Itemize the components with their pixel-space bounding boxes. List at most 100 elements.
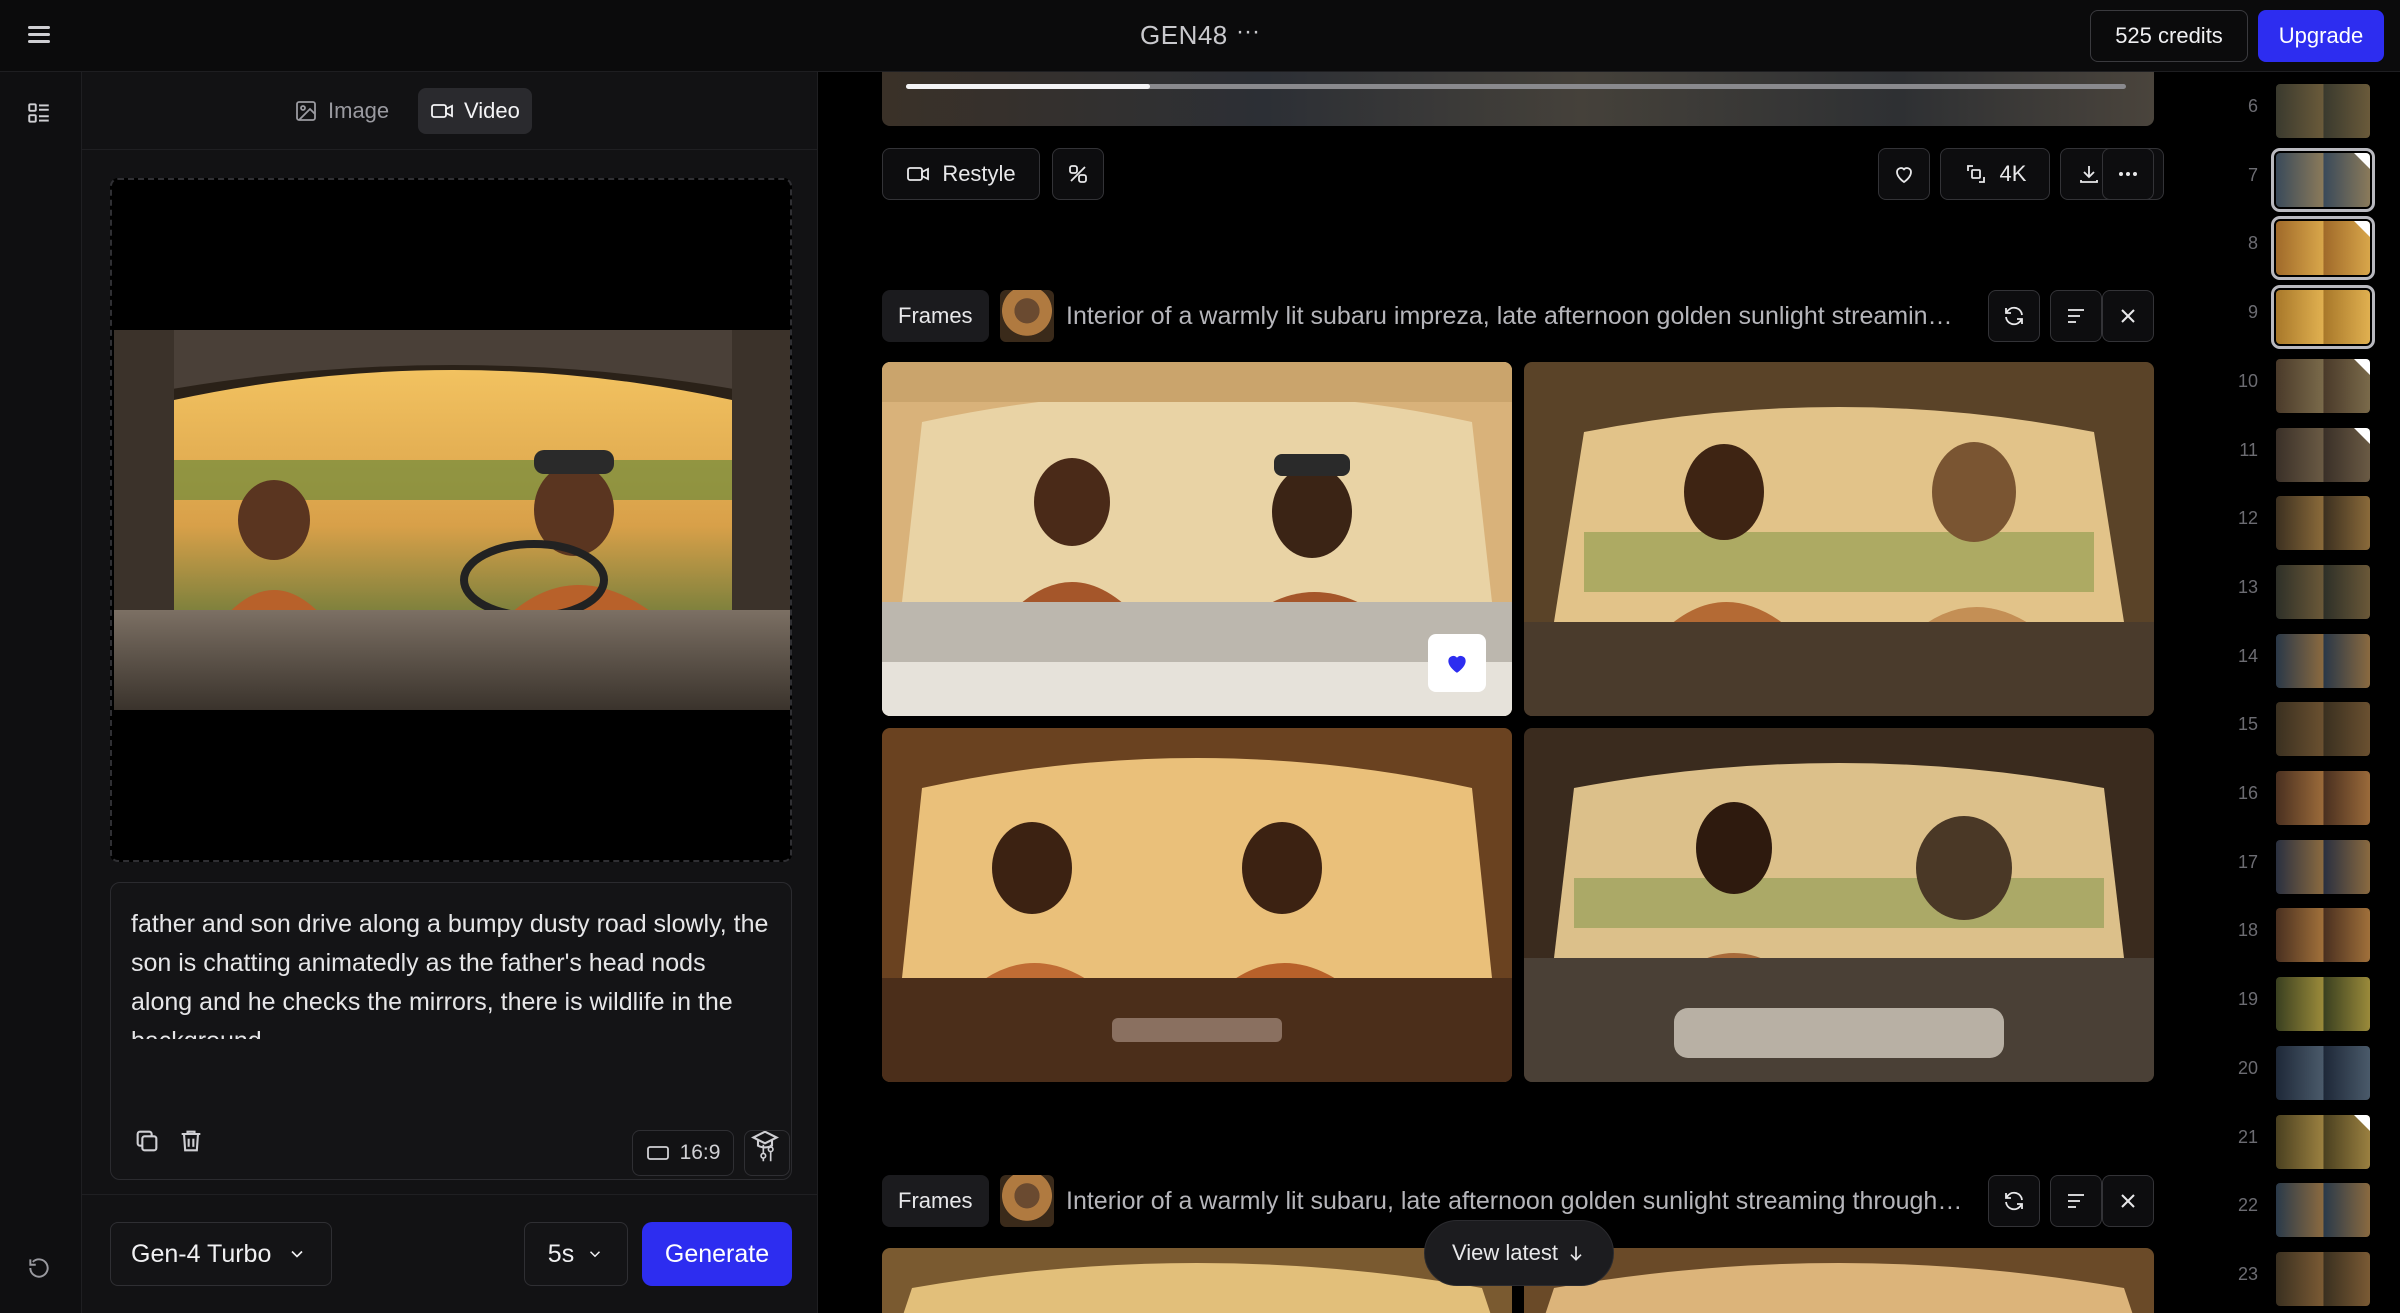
timeline-thumbnail[interactable] bbox=[2276, 358, 2370, 413]
timeline-item-number: 7 bbox=[2247, 164, 2258, 185]
timeline-thumbnail[interactable] bbox=[2276, 839, 2370, 894]
rerun-button[interactable] bbox=[1988, 290, 2040, 342]
timeline-thumbnail[interactable] bbox=[2271, 216, 2375, 281]
timeline-item-number: 23 bbox=[2237, 1263, 2258, 1284]
restyle-button[interactable]: Restyle bbox=[882, 148, 1040, 200]
timeline-item[interactable]: 18 bbox=[2182, 908, 2400, 970]
timeline-thumbnail[interactable] bbox=[2271, 285, 2375, 350]
timeline-item[interactable]: 10 bbox=[2182, 358, 2400, 421]
generation-prompt[interactable]: Interior of a warmly lit subaru impreza,… bbox=[1066, 302, 1966, 331]
video-camera-icon bbox=[907, 167, 930, 181]
refresh-icon bbox=[2005, 306, 2023, 326]
timeline-item[interactable]: 9 bbox=[2182, 285, 2400, 352]
frames-chip[interactable]: Frames bbox=[882, 290, 989, 342]
timeline-item-number: 17 bbox=[2237, 851, 2258, 872]
timeline-item[interactable]: 14 bbox=[2182, 633, 2400, 696]
upgrade-button[interactable]: Upgrade bbox=[2258, 10, 2384, 62]
timeline-item[interactable]: 23 bbox=[2182, 1251, 2400, 1313]
aspect-ratio-button[interactable]: 16:9 bbox=[632, 1130, 734, 1176]
timeline-thumbnail[interactable] bbox=[2276, 908, 2370, 963]
settings-button[interactable] bbox=[744, 1130, 790, 1176]
timeline-item[interactable]: 12 bbox=[2182, 496, 2400, 558]
input-frame-dropzone[interactable] bbox=[110, 178, 792, 862]
video-progress-bar[interactable] bbox=[906, 84, 2126, 89]
timeline-item[interactable]: 21 bbox=[2182, 1114, 2400, 1177]
frame-tile[interactable] bbox=[1524, 1248, 2154, 1313]
close-generation-button[interactable] bbox=[2102, 1175, 2154, 1227]
timeline-item-number: 13 bbox=[2237, 576, 2258, 597]
timeline-thumbnail[interactable] bbox=[2276, 84, 2370, 138]
timeline-thumbnail[interactable] bbox=[2276, 496, 2370, 551]
list-view-icon[interactable] bbox=[26, 100, 52, 126]
upscale-4k-button[interactable]: 4K bbox=[1940, 148, 2050, 200]
arrow-down-icon bbox=[1570, 1246, 1582, 1261]
timeline-thumbnail[interactable] bbox=[2276, 1045, 2370, 1100]
timeline-item[interactable]: 16 bbox=[2182, 771, 2400, 833]
timeline-thumbnail[interactable] bbox=[2276, 771, 2370, 825]
reference-thumbnail[interactable] bbox=[1000, 290, 1054, 342]
timeline-thumbnail[interactable] bbox=[2276, 633, 2370, 688]
reference-thumbnail[interactable] bbox=[1000, 1175, 1054, 1227]
frame-tile[interactable] bbox=[882, 1248, 1512, 1313]
timeline-item[interactable]: 15 bbox=[2182, 702, 2400, 764]
frame-tile[interactable] bbox=[882, 362, 1512, 716]
timeline-item[interactable]: 6 bbox=[2182, 84, 2400, 146]
timeline-thumbnail[interactable] bbox=[2271, 147, 2375, 212]
use-prompt-button[interactable] bbox=[2050, 1175, 2102, 1227]
tab-video-label: Video bbox=[464, 98, 520, 123]
tab-video[interactable]: Video bbox=[418, 88, 532, 134]
generate-button[interactable]: Generate bbox=[642, 1222, 792, 1286]
video-toolbar: Restyle 4K bbox=[882, 148, 2164, 202]
frame-tile[interactable] bbox=[1524, 728, 2154, 1082]
tab-image[interactable]: Image bbox=[282, 88, 401, 134]
credits-button[interactable]: 525 credits bbox=[2090, 10, 2248, 62]
more-options-button[interactable] bbox=[2102, 148, 2154, 200]
timeline-item[interactable]: 19 bbox=[2182, 977, 2400, 1039]
extend-button[interactable] bbox=[1052, 148, 1104, 200]
timeline-item[interactable]: 11 bbox=[2182, 427, 2400, 490]
video-player[interactable] bbox=[882, 72, 2154, 126]
generation-panel: Image Video father and son drive along a… bbox=[82, 72, 818, 1313]
trash-icon[interactable] bbox=[177, 1127, 205, 1155]
timeline-item[interactable]: 20 bbox=[2182, 1045, 2400, 1108]
favorite-badge[interactable] bbox=[1428, 634, 1486, 692]
timeline-thumbnail[interactable] bbox=[2276, 1251, 2370, 1306]
chevron-down-icon bbox=[590, 1251, 601, 1258]
frames-chip[interactable]: Frames bbox=[882, 1175, 989, 1227]
history-icon[interactable] bbox=[26, 1255, 52, 1281]
timeline-item[interactable]: 22 bbox=[2182, 1183, 2400, 1245]
timeline-thumbnail[interactable] bbox=[2276, 427, 2370, 482]
frame-tile[interactable] bbox=[1524, 362, 2154, 716]
duration-select[interactable]: 5s bbox=[524, 1222, 628, 1286]
timeline-item[interactable]: 17 bbox=[2182, 839, 2400, 902]
menu-icon[interactable] bbox=[24, 22, 54, 50]
timeline-thumbnail[interactable] bbox=[2276, 1183, 2370, 1238]
upscale-icon bbox=[1966, 165, 1985, 183]
use-prompt-button[interactable] bbox=[2050, 290, 2102, 342]
timeline-thumbnail[interactable] bbox=[2276, 702, 2370, 757]
project-more-icon[interactable]: ··· bbox=[1236, 18, 1260, 46]
timeline-item[interactable]: 8 bbox=[2182, 216, 2400, 283]
copy-icon[interactable] bbox=[133, 1127, 161, 1155]
generation-header: Frames Interior of a warmly lit subaru i… bbox=[882, 290, 2154, 344]
model-select-value: Gen-4 Turbo bbox=[131, 1239, 272, 1268]
prompt-input[interactable]: father and son drive along a bumpy dusty… bbox=[131, 905, 771, 1039]
timeline-thumbnail[interactable] bbox=[2276, 977, 2370, 1032]
view-latest-button[interactable]: View latest bbox=[1424, 1220, 1614, 1286]
rerun-button[interactable] bbox=[1988, 1175, 2040, 1227]
timeline-item-number: 18 bbox=[2237, 920, 2258, 941]
favorite-button[interactable] bbox=[1878, 148, 1930, 200]
timeline-item-number: 16 bbox=[2237, 783, 2258, 803]
timeline-item[interactable]: 7 bbox=[2182, 147, 2400, 215]
generation-prompt[interactable]: Interior of a warmly lit subaru, late af… bbox=[1066, 1187, 1966, 1216]
project-title[interactable]: GEN48 bbox=[1140, 20, 1228, 51]
timeline-thumbnail[interactable] bbox=[2276, 1114, 2370, 1169]
timeline-thumbnail[interactable] bbox=[2276, 564, 2370, 619]
timeline-item[interactable]: 13 bbox=[2182, 564, 2400, 627]
generation-feed[interactable]: Restyle 4K Frames Interior of a warmly l… bbox=[818, 72, 2182, 1313]
frame-tile[interactable] bbox=[882, 728, 1512, 1082]
timeline-item-number: 19 bbox=[2237, 989, 2258, 1010]
timeline-rail[interactable]: 6 7 8 9 10 11 12 13 14 15 16 17 18 19 20 21 22 23 bbox=[2182, 72, 2400, 1313]
close-generation-button[interactable] bbox=[2102, 290, 2154, 342]
model-select[interactable]: Gen-4 Turbo bbox=[110, 1222, 332, 1286]
